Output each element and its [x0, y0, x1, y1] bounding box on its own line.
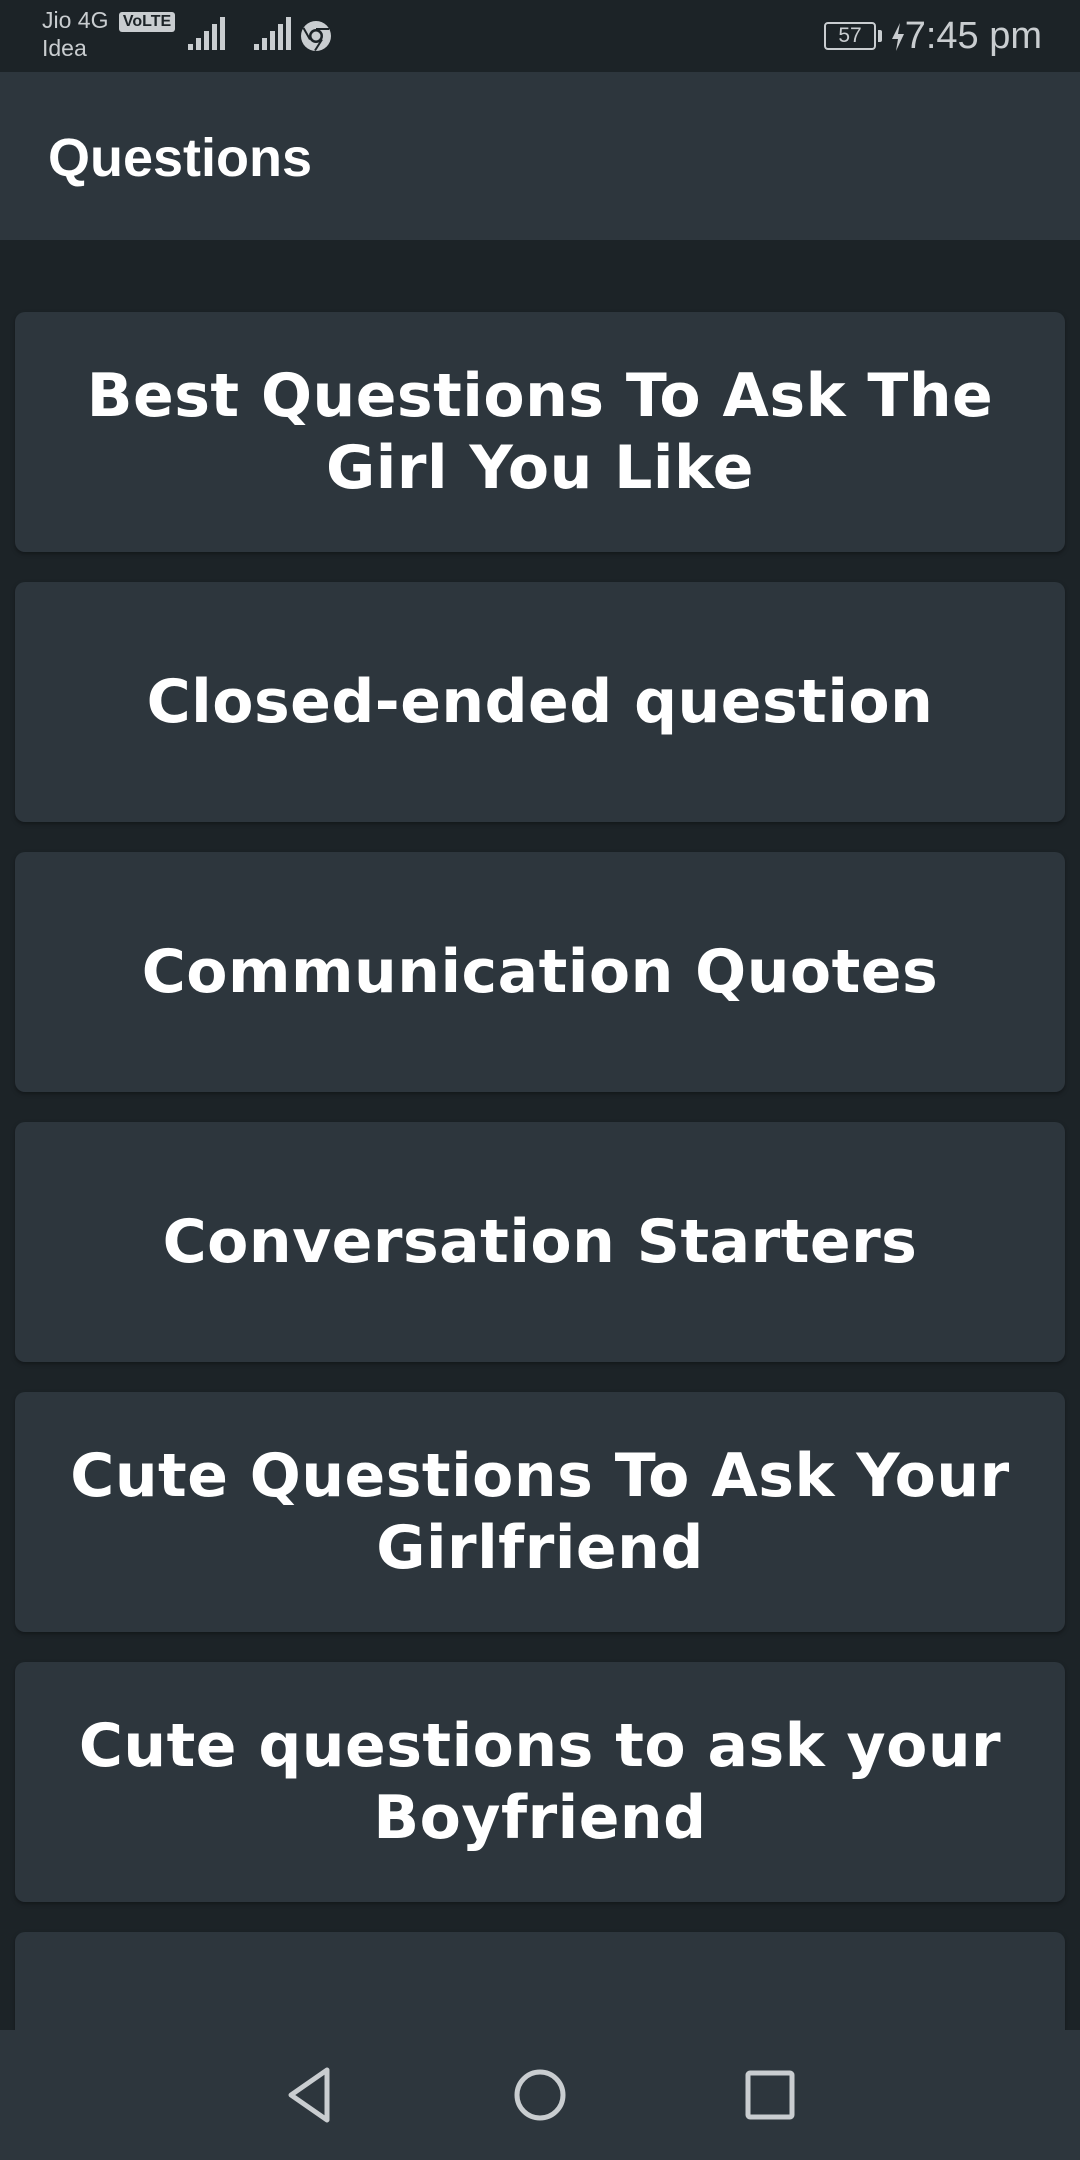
charging-bolt-icon [892, 23, 904, 51]
category-label: Best Questions To Ask The Girl You Like [86, 361, 994, 503]
home-icon[interactable] [505, 2060, 575, 2130]
category-label: Cute questions to ask your Boyfriend [78, 1711, 1002, 1853]
category-label: Cute Questions To Ask Your Girlfriend [70, 1441, 1010, 1583]
category-card[interactable]: Conversation Starters [15, 1122, 1065, 1362]
category-card[interactable]: Closed-ended question [15, 582, 1065, 822]
category-list: Best Questions To Ask The Girl You Like … [15, 312, 1065, 2160]
carrier-secondary: Idea [42, 35, 87, 61]
battery-tip [878, 30, 882, 42]
status-bar: Jio 4G VoLTE Idea 57 7:45 pm [0, 0, 1080, 72]
volte-badge: VoLTE [118, 12, 176, 32]
battery-icon: 57 [824, 22, 876, 50]
navigation-bar [0, 2030, 1080, 2160]
category-label: Communication Quotes [141, 937, 939, 1007]
category-card[interactable]: Communication Quotes [15, 852, 1065, 1092]
signal-icon [254, 17, 291, 50]
chrome-icon [301, 21, 331, 52]
app-bar: Questions [0, 72, 1080, 240]
back-icon[interactable] [275, 2060, 345, 2130]
carrier-primary: Jio 4G [42, 7, 109, 33]
battery-level: 57 [838, 24, 862, 47]
category-card[interactable]: Cute questions to ask your Boyfriend [15, 1662, 1065, 1902]
recents-icon[interactable] [735, 2060, 805, 2130]
category-label: Conversation Starters [162, 1207, 918, 1277]
category-card[interactable]: Best Questions To Ask The Girl You Like [15, 312, 1065, 552]
clock: 7:45 pm [904, 15, 1042, 57]
carrier-info: Jio 4G VoLTE Idea [42, 6, 176, 62]
signal-icon [188, 17, 225, 50]
page-title: Questions [48, 128, 313, 188]
category-card[interactable]: Cute Questions To Ask Your Girlfriend [15, 1392, 1065, 1632]
category-label: Closed-ended question [146, 667, 934, 737]
screen: Jio 4G VoLTE Idea 57 7:45 pm Questions B… [0, 0, 1080, 2160]
